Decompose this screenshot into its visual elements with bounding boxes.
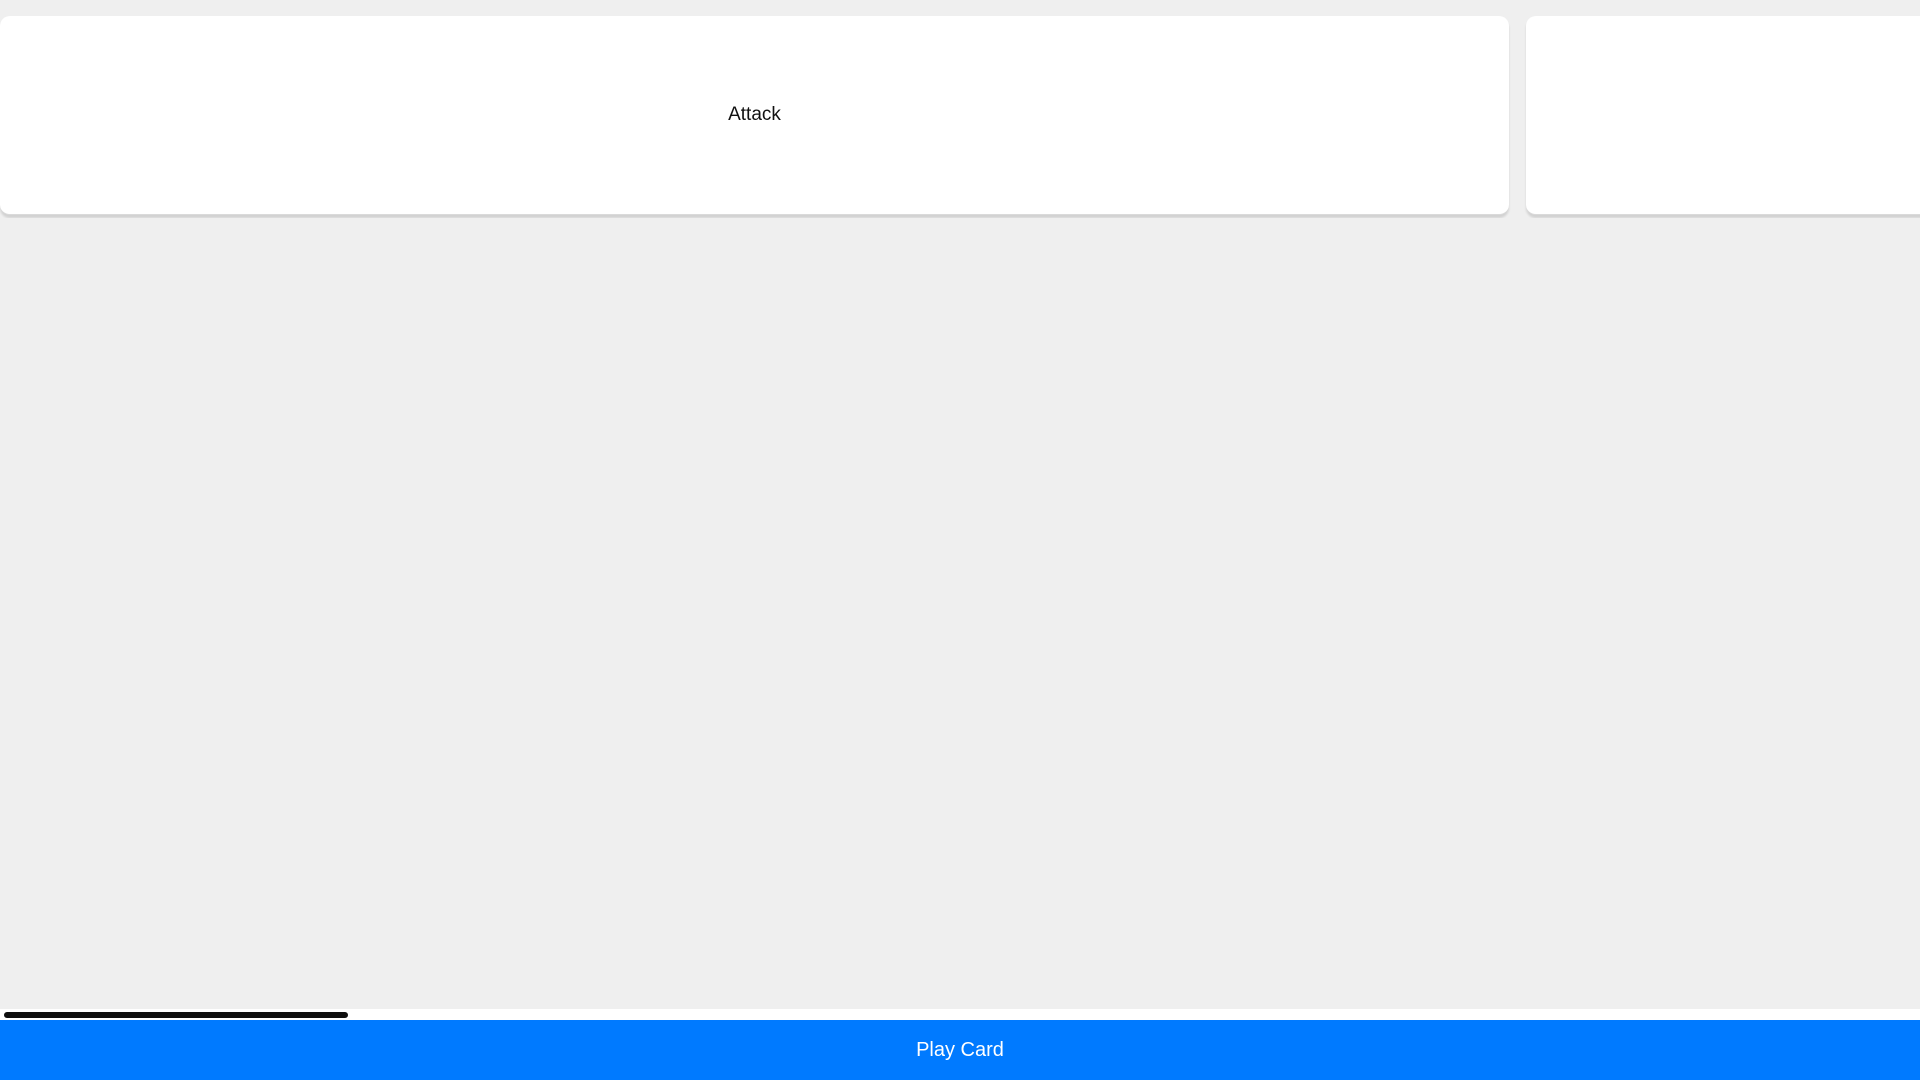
scrollbar-thumb[interactable] [4, 1012, 348, 1018]
card-hand-carousel[interactable]: Attack [0, 16, 1920, 218]
card-label: Attack [728, 104, 781, 125]
card-attack[interactable]: Attack [0, 16, 1509, 215]
play-card-button[interactable]: Play Card [0, 1020, 1920, 1080]
card-next[interactable] [1526, 16, 1920, 215]
horizontal-scrollbar[interactable] [0, 1009, 1920, 1020]
